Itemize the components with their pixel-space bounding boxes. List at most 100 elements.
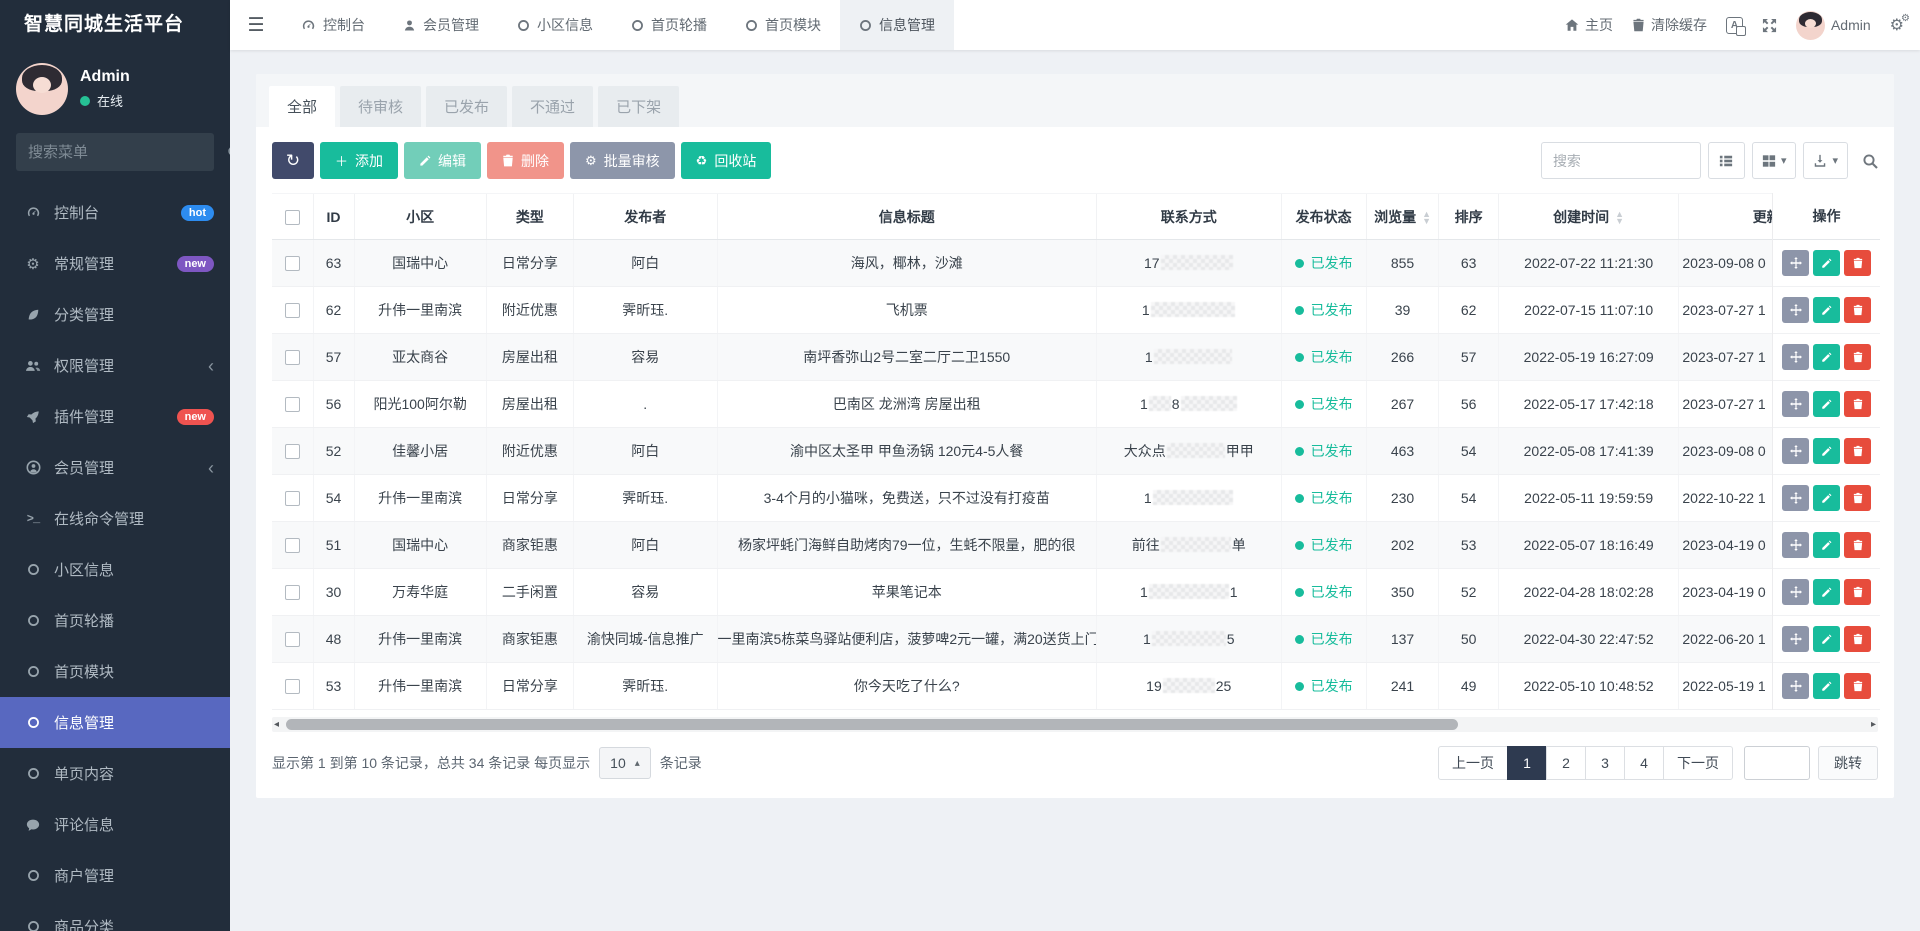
move-row-button[interactable] [1782,485,1809,511]
menu-toggle-icon[interactable]: ☰ [230,0,282,50]
row-checkbox[interactable] [285,632,300,647]
filter-tab-pending[interactable]: 待审核 [340,86,421,127]
user-avatar[interactable] [16,63,68,115]
sidebar-item-goods-category[interactable]: 商品分类 [0,901,230,931]
move-row-button[interactable] [1782,579,1809,605]
page-2[interactable]: 2 [1546,746,1586,780]
move-row-button[interactable] [1782,391,1809,417]
page-4[interactable]: 4 [1624,746,1664,780]
topbar-tab-home-carousel[interactable]: 首页轮播 [612,0,726,50]
sidebar-item-community-info[interactable]: 小区信息 [0,544,230,595]
delete-row-button[interactable] [1844,626,1871,652]
move-row-button[interactable] [1782,297,1809,323]
edit-button[interactable]: 编辑 [404,142,481,179]
delete-button[interactable]: 删除 [487,142,564,179]
delete-row-button[interactable] [1844,344,1871,370]
sidebar-item-comment-info[interactable]: 评论信息 [0,799,230,850]
move-row-button[interactable] [1782,673,1809,699]
export-dropdown-button[interactable]: ▾ [1803,142,1848,179]
table-search-input[interactable] [1541,142,1701,179]
row-checkbox[interactable] [285,585,300,600]
scrollbar-thumb[interactable] [286,719,1458,730]
search-toggle-icon[interactable] [1862,153,1878,169]
delete-row-button[interactable] [1844,579,1871,605]
edit-row-button[interactable] [1813,438,1840,464]
page-3[interactable]: 3 [1585,746,1625,780]
edit-row-button[interactable] [1813,391,1840,417]
select-all-checkbox[interactable] [285,210,300,225]
page-size-select[interactable]: 10 ▴ [599,747,651,779]
delete-row-button[interactable] [1844,391,1871,417]
move-row-button[interactable] [1782,344,1809,370]
edit-row-button[interactable] [1813,297,1840,323]
sidebar-item-info-manage[interactable]: 信息管理 [0,697,230,748]
jump-page-input[interactable] [1744,746,1810,780]
home-link[interactable]: 主页 [1565,15,1613,35]
col-header-views[interactable]: 浏览量▲▼ [1366,194,1439,240]
horizontal-scrollbar[interactable]: ◂ ▸ [272,717,1878,732]
move-row-button[interactable] [1782,438,1809,464]
edit-row-button[interactable] [1813,579,1840,605]
settings-gears-icon[interactable]: ⚙ [1890,15,1904,35]
topbar-tab-member-manage[interactable]: 会员管理 [384,0,498,50]
col-header-created[interactable]: 创建时间▲▼ [1498,194,1678,240]
language-icon[interactable]: A [1726,17,1743,34]
sidebar-item-dashboard[interactable]: 控制台hot [0,187,230,238]
filter-tab-all[interactable]: 全部 [269,86,335,127]
sidebar-item-member-manage[interactable]: 会员管理‹ [0,442,230,493]
columns-dropdown-button[interactable]: ▾ [1752,142,1797,179]
page-1[interactable]: 1 [1507,746,1547,780]
row-checkbox[interactable] [285,679,300,694]
recycle-bin-button[interactable]: ♻回收站 [681,142,772,179]
sidebar-item-merchant-manage[interactable]: 商户管理 [0,850,230,901]
filter-tab-rejected[interactable]: 不通过 [512,86,593,127]
filter-tab-offline[interactable]: 已下架 [598,86,679,127]
refresh-button[interactable]: ↻ [272,142,314,179]
move-row-button[interactable] [1782,532,1809,558]
sidebar-item-auth-manage[interactable]: 权限管理‹ [0,340,230,391]
delete-row-button[interactable] [1844,673,1871,699]
sidebar-item-single-page[interactable]: 单页内容 [0,748,230,799]
sidebar-item-general-manage[interactable]: ⚙常规管理new [0,238,230,289]
topbar-tab-dashboard[interactable]: 控制台 [282,0,384,50]
user-menu[interactable]: Admin [1796,11,1871,40]
sidebar-item-home-module[interactable]: 首页模块 [0,646,230,697]
edit-row-button[interactable] [1813,250,1840,276]
row-checkbox[interactable] [285,303,300,318]
sidebar-item-category-manage[interactable]: 分类管理 [0,289,230,340]
sidebar-search-input[interactable] [28,144,227,161]
row-checkbox[interactable] [285,491,300,506]
scroll-right-icon[interactable]: ▸ [1871,717,1876,732]
scroll-left-icon[interactable]: ◂ [274,717,279,732]
topbar-tab-home-module[interactable]: 首页模块 [726,0,840,50]
move-row-button[interactable] [1782,250,1809,276]
batch-audit-button[interactable]: ⚙批量审核 [570,142,675,179]
sidebar-item-home-carousel[interactable]: 首页轮播 [0,595,230,646]
delete-row-button[interactable] [1844,485,1871,511]
row-checkbox[interactable] [285,444,300,459]
edit-row-button[interactable] [1813,485,1840,511]
sidebar-item-online-command[interactable]: >_在线命令管理 [0,493,230,544]
move-row-button[interactable] [1782,626,1809,652]
delete-row-button[interactable] [1844,250,1871,276]
add-button[interactable]: ＋添加 [320,142,398,179]
edit-row-button[interactable] [1813,344,1840,370]
row-checkbox[interactable] [285,350,300,365]
jump-button[interactable]: 跳转 [1818,746,1878,780]
delete-row-button[interactable] [1844,297,1871,323]
row-checkbox[interactable] [285,256,300,271]
topbar-tab-info-manage[interactable]: 信息管理 [840,0,954,50]
delete-row-button[interactable] [1844,438,1871,464]
edit-row-button[interactable] [1813,673,1840,699]
edit-row-button[interactable] [1813,626,1840,652]
row-checkbox[interactable] [285,538,300,553]
filter-tab-published[interactable]: 已发布 [426,86,507,127]
delete-row-button[interactable] [1844,532,1871,558]
topbar-tab-community-info[interactable]: 小区信息 [498,0,612,50]
fullscreen-icon[interactable] [1762,18,1777,33]
clear-cache-link[interactable]: 清除缓存 [1632,15,1707,35]
page-prev[interactable]: 上一页 [1438,746,1508,780]
row-checkbox[interactable] [285,397,300,412]
toggle-view-button[interactable] [1708,142,1745,179]
sidebar-item-addon-manage[interactable]: 插件管理new [0,391,230,442]
